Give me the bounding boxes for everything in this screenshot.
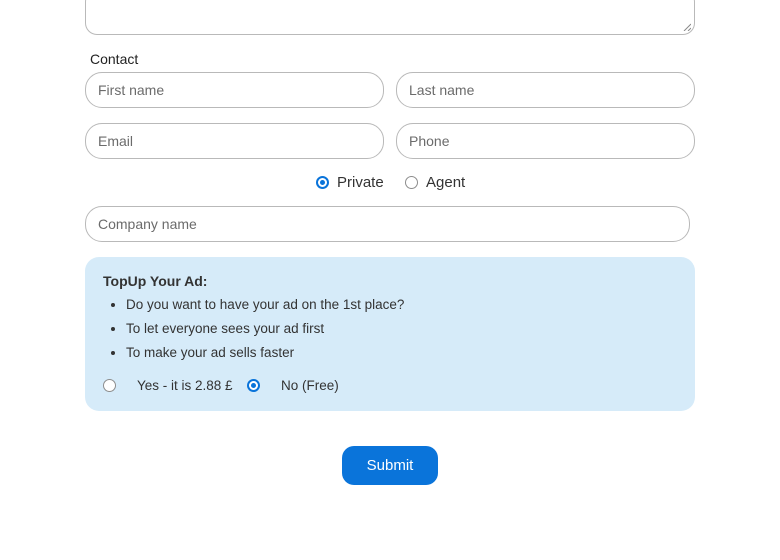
private-label: Private (337, 174, 384, 191)
first-name-placeholder: First name (98, 82, 165, 98)
private-radio[interactable] (316, 176, 329, 189)
last-name-input[interactable]: Last name (396, 72, 695, 108)
last-name-placeholder: Last name (409, 82, 475, 98)
submit-button[interactable]: Submit (342, 446, 438, 485)
private-option[interactable]: Private (316, 174, 384, 191)
topup-no-radio[interactable] (247, 379, 260, 392)
list-item: To make your ad sells faster (126, 345, 404, 361)
topup-title: TopUp Your Ad: (103, 273, 208, 289)
list-item: Do you want to have your ad on the 1st p… (126, 297, 404, 313)
email-input[interactable]: Email (85, 123, 384, 159)
description-textarea[interactable] (85, 0, 695, 35)
contact-section-label: Contact (90, 51, 139, 67)
phone-placeholder: Phone (409, 133, 450, 149)
phone-input[interactable]: Phone (396, 123, 695, 159)
seller-type-radio-group: Private Agent (0, 174, 780, 192)
topup-yes-label: Yes - it is 2.88 £ (137, 378, 233, 393)
topup-no-option[interactable]: No (Free) (247, 378, 339, 393)
topup-yes-radio[interactable] (103, 379, 116, 392)
first-name-input[interactable]: First name (85, 72, 384, 108)
company-name-input[interactable]: Company name (85, 206, 690, 242)
topup-no-label: No (Free) (281, 378, 339, 393)
list-item: To let everyone sees your ad first (126, 321, 404, 337)
agent-option[interactable]: Agent (405, 174, 465, 191)
topup-benefits-list: Do you want to have your ad on the 1st p… (108, 297, 404, 369)
company-name-placeholder: Company name (98, 216, 197, 232)
agent-radio[interactable] (405, 176, 418, 189)
email-placeholder: Email (98, 133, 134, 149)
topup-panel: TopUp Your Ad: Do you want to have your … (85, 257, 695, 411)
agent-label: Agent (426, 174, 466, 191)
resize-grip-icon[interactable] (683, 23, 691, 31)
topup-yes-option[interactable]: Yes - it is 2.88 £ (103, 378, 233, 393)
